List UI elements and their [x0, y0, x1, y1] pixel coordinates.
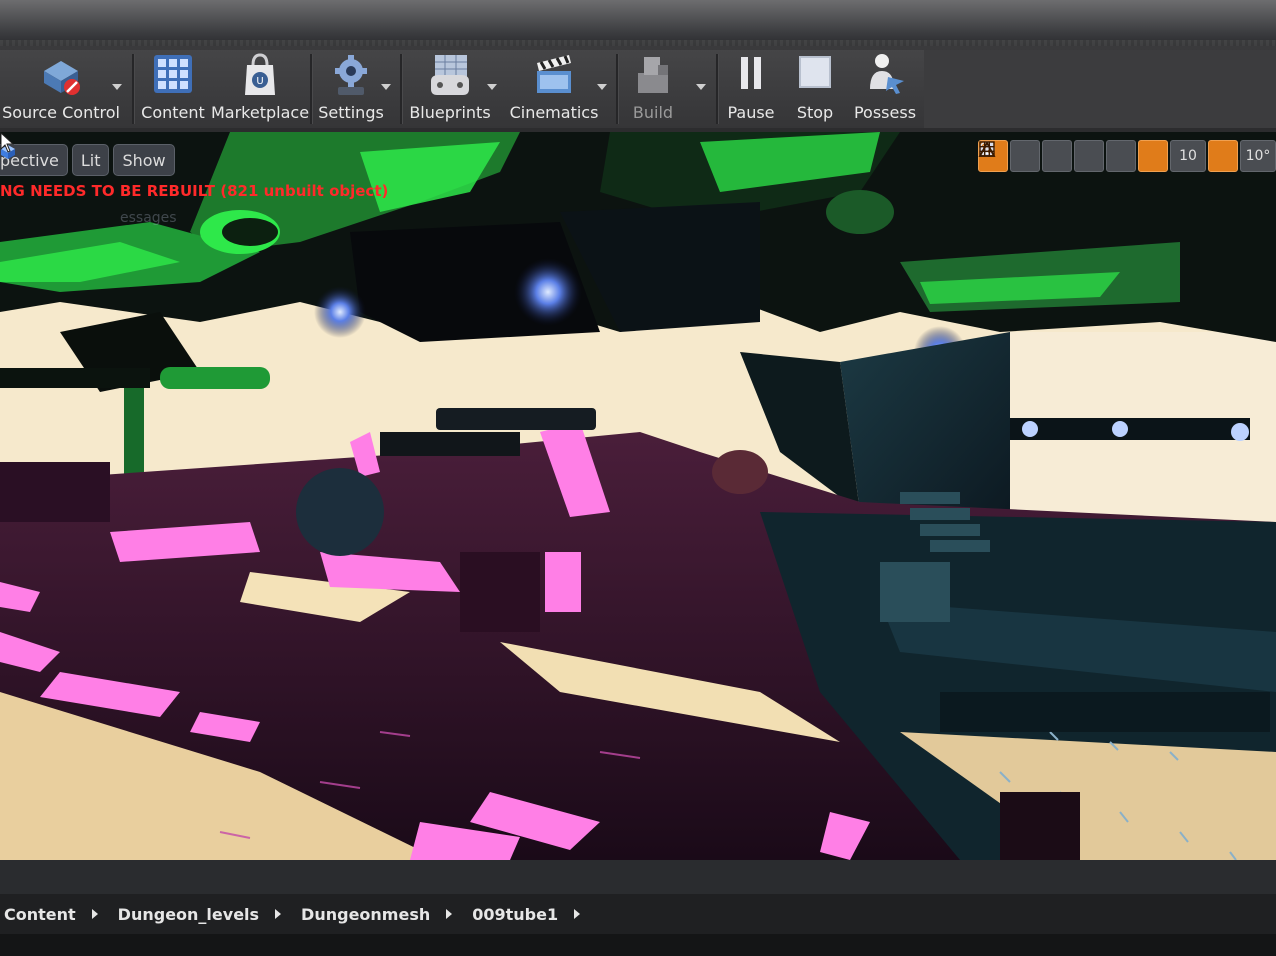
lit-label: Lit — [80, 150, 101, 170]
grid-snap-toggle-button[interactable] — [979, 140, 1168, 172]
source-control-dropdown-arrow[interactable] — [112, 84, 122, 90]
viewport-scene — [0, 132, 1276, 860]
content-button[interactable]: Content — [140, 50, 206, 128]
surface-snap-button[interactable] — [979, 140, 1136, 172]
toolbar-separator — [310, 54, 313, 124]
pause-icon — [728, 51, 774, 97]
viewport-transform-toolbar: 10 10° — [978, 140, 1276, 172]
pause-button[interactable]: Pause — [722, 50, 780, 128]
toolbar-empty-area — [924, 50, 1276, 128]
svg-text:U: U — [256, 76, 263, 87]
build-button[interactable]: Build — [622, 50, 684, 128]
breadcrumb-chevron-icon[interactable] — [91, 909, 98, 919]
breadcrumb-item-content[interactable]: Content — [4, 905, 76, 924]
breadcrumb-chevron-icon[interactable] — [574, 909, 581, 919]
breadcrumb-item-dungeon-levels[interactable]: Dungeon_levels — [118, 905, 259, 924]
viewport-show-button[interactable]: Show — [113, 144, 175, 176]
scale-tool-button[interactable] — [980, 140, 1072, 172]
stop-button[interactable]: Stop — [786, 50, 844, 128]
rotation-snap-value-dropdown[interactable]: 10° — [1240, 140, 1276, 172]
toolbar-separator — [132, 54, 135, 124]
breadcrumb-chevron-icon[interactable] — [275, 909, 282, 919]
viewport-lit-button[interactable]: Lit — [1, 144, 110, 176]
panel-divider — [0, 860, 1276, 894]
source-control-label: Source Control — [2, 103, 120, 122]
build-blocks-icon — [630, 51, 676, 97]
content-label: Content — [141, 103, 205, 122]
settings-label: Settings — [318, 103, 384, 122]
breadcrumb-item-009tube1[interactable]: 009tube1 — [472, 905, 558, 924]
blueprints-button[interactable]: Blueprints — [408, 50, 492, 128]
grid-snap-value-dropdown[interactable]: 10 — [1170, 140, 1206, 172]
build-label: Build — [632, 103, 674, 122]
pause-label: Pause — [727, 103, 775, 122]
marketplace-label: Marketplace — [210, 103, 310, 122]
marketplace-button[interactable]: U Marketplace — [210, 50, 310, 128]
blueprints-dropdown-arrow[interactable] — [487, 84, 497, 90]
breadcrumb-item-dungeonmesh[interactable]: Dungeonmesh — [301, 905, 430, 924]
possess-label: Possess — [853, 103, 917, 122]
blueprints-label: Blueprints — [409, 103, 491, 122]
warning-sub-message: essages — [120, 210, 177, 226]
lighting-rebuild-warning: NG NEEDS TO BE REBUILT (821 unbuilt obje… — [0, 182, 389, 200]
toolbar-separator — [400, 54, 403, 124]
settings-dropdown-arrow[interactable] — [381, 84, 391, 90]
cinematics-button[interactable]: Cinematics — [508, 50, 600, 128]
main-toolbar: Source Control Content U Marketplace Set… — [0, 46, 1276, 132]
cinematics-clapper-icon — [531, 51, 577, 97]
toolbar-separator — [616, 54, 619, 124]
toolbar-separator — [716, 54, 719, 124]
rotation-snap-value: 10° — [1245, 148, 1271, 164]
source-control-icon — [38, 51, 84, 97]
stop-label: Stop — [796, 103, 834, 122]
monitor-bezel-bottom — [0, 934, 1276, 956]
breadcrumb-chevron-icon[interactable] — [446, 909, 453, 919]
source-control-button[interactable]: Source Control — [2, 50, 120, 128]
cinematics-label: Cinematics — [509, 103, 599, 122]
show-label: Show — [122, 150, 166, 170]
rotation-snap-toggle-button[interactable] — [978, 140, 1238, 172]
cinematics-dropdown-arrow[interactable] — [597, 84, 607, 90]
toolbar-strip: Source Control Content U Marketplace Set… — [0, 50, 925, 128]
content-browser-breadcrumb: Content Dungeon_levels Dungeonmesh 009tu… — [0, 894, 1276, 934]
content-grid-icon — [150, 51, 196, 97]
mouse-cursor-icon — [0, 132, 15, 153]
viewport-options-bar: pective Lit Show — [0, 144, 175, 176]
settings-button[interactable]: Settings — [318, 50, 384, 128]
blueprints-gamepad-icon — [427, 51, 473, 97]
stop-icon — [792, 51, 838, 97]
marketplace-bag-icon: U — [237, 51, 283, 97]
rotate-tool-button[interactable] — [980, 140, 1040, 172]
monitor-bezel-top — [0, 0, 1276, 46]
possess-person-icon — [862, 51, 908, 97]
rotation-snap-angle-icon — [978, 141, 996, 157]
world-local-toggle-button[interactable] — [979, 140, 1104, 172]
level-viewport[interactable]: pective Lit Show NG NEEDS TO BE REBUILT … — [0, 132, 1276, 860]
build-dropdown-arrow[interactable] — [696, 84, 706, 90]
grid-snap-value: 10 — [1179, 148, 1197, 164]
possess-button[interactable]: Possess — [852, 50, 918, 128]
settings-gear-icon — [328, 51, 374, 97]
